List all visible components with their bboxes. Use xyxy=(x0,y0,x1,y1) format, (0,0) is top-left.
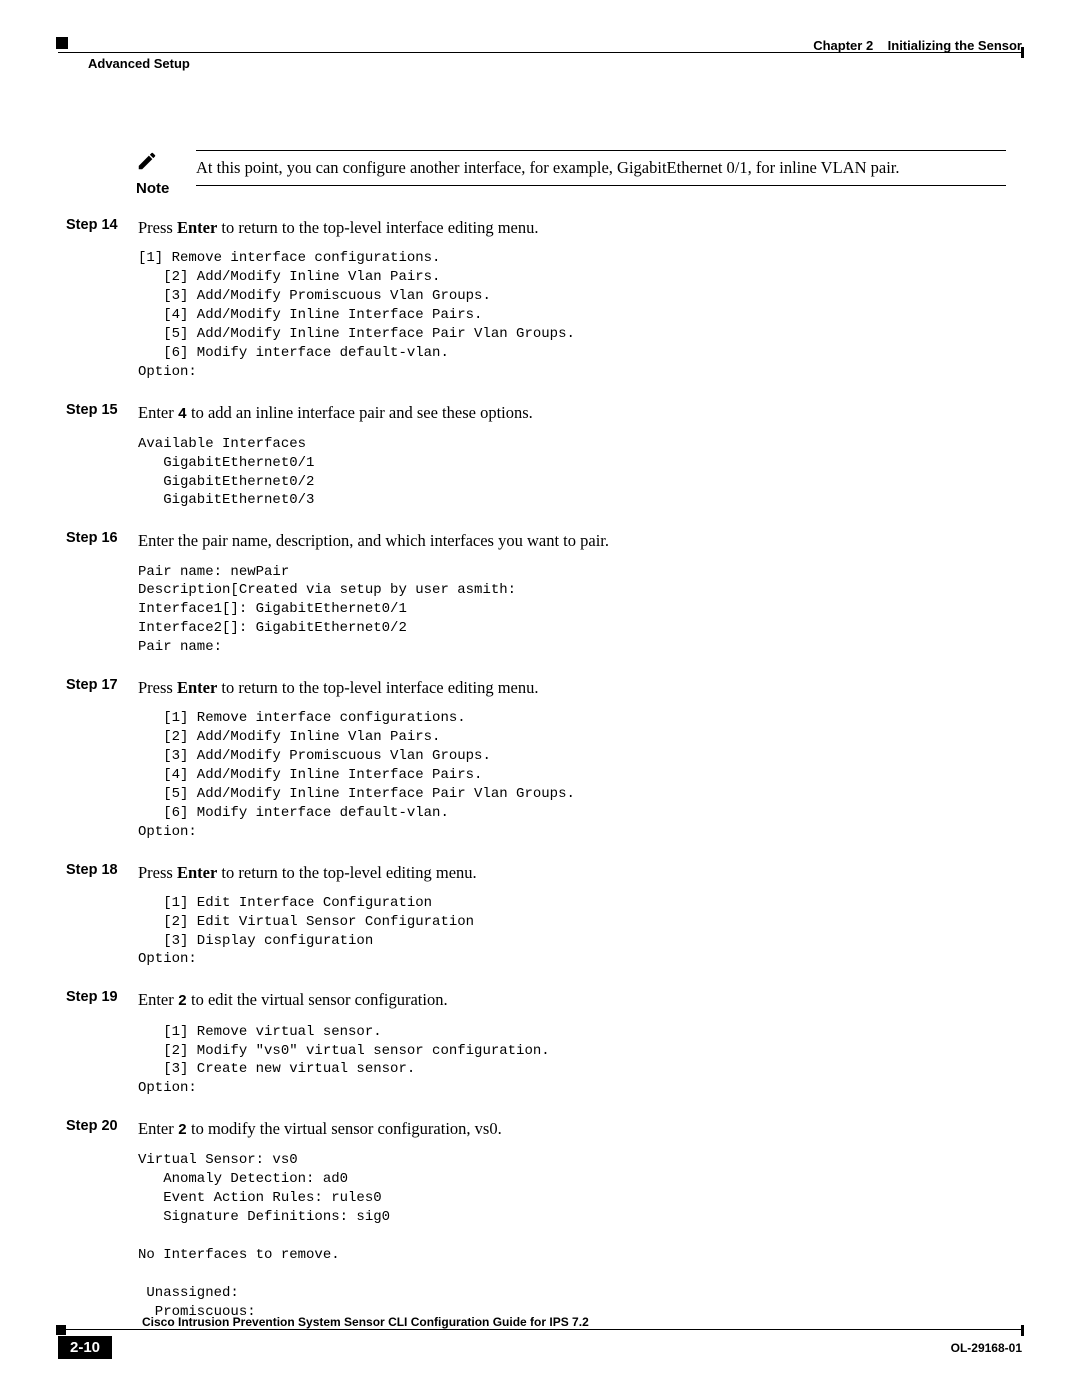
step-text-post: to edit the virtual sensor configuration… xyxy=(187,990,448,1009)
step-text-pre: Enter xyxy=(138,990,178,1009)
step-body: Press Enter to return to the top-level i… xyxy=(138,217,1006,382)
step-body: Enter 2 to edit the virtual sensor confi… xyxy=(138,989,1006,1098)
step-row: Step 19 Enter 2 to edit the virtual sens… xyxy=(136,989,1006,1098)
header-chapter: Chapter 2 Initializing the Sensor xyxy=(813,38,1022,53)
chapter-label: Chapter 2 xyxy=(813,38,873,53)
step-body: Enter 2 to modify the virtual sensor con… xyxy=(138,1118,1006,1321)
step-label: Step 15 xyxy=(66,402,122,418)
step-text-pre: Enter xyxy=(138,403,178,422)
page-header: Chapter 2 Initializing the Sensor Advanc… xyxy=(58,38,1022,72)
step-kbd: Enter xyxy=(177,863,217,882)
note-rule-top xyxy=(196,150,1006,151)
header-square-marker xyxy=(56,37,68,49)
console-output: [1] Remove interface configurations. [2]… xyxy=(138,249,1006,381)
step-row: Step 20 Enter 2 to modify the virtual se… xyxy=(136,1118,1006,1321)
footer-title: Cisco Intrusion Prevention System Sensor… xyxy=(142,1315,1022,1329)
console-output: [1] Edit Interface Configuration [2] Edi… xyxy=(138,894,1006,970)
step-kbd: Enter xyxy=(177,218,217,237)
step-row: Step 16 Enter the pair name, description… xyxy=(136,530,1006,657)
note-label-col: Note xyxy=(136,150,178,197)
step-row: Step 15 Enter 4 to add an inline interfa… xyxy=(136,402,1006,511)
page-footer: Cisco Intrusion Prevention System Sensor… xyxy=(58,1333,1022,1359)
step-tt: 4 xyxy=(178,406,187,423)
step-row: Step 18 Press Enter to return to the top… xyxy=(136,862,1006,970)
step-body: Enter the pair name, description, and wh… xyxy=(138,530,1006,657)
step-text-post: to return to the top-level editing menu. xyxy=(217,863,476,882)
step-text: Enter the pair name, description, and wh… xyxy=(138,531,609,550)
pencil-icon xyxy=(136,150,178,176)
step-kbd: Enter xyxy=(177,678,217,697)
step-label: Step 14 xyxy=(66,217,122,233)
step-text-post: to return to the top-level interface edi… xyxy=(217,218,538,237)
step-tt: 2 xyxy=(178,993,187,1010)
chapter-title: Initializing the Sensor xyxy=(888,38,1022,53)
step-label: Step 18 xyxy=(66,862,122,878)
note-body: At this point, you can configure another… xyxy=(196,150,1006,186)
note-block: Note At this point, you can configure an… xyxy=(136,150,1006,197)
step-row: Step 17 Press Enter to return to the top… xyxy=(136,677,1006,842)
step-body: Press Enter to return to the top-level e… xyxy=(138,862,1006,970)
footer-tick-right xyxy=(1021,1325,1024,1336)
console-output: Pair name: newPair Description[Created v… xyxy=(138,563,1006,657)
doc-id: OL-29168-01 xyxy=(951,1341,1022,1355)
step-text-post: to return to the top-level interface edi… xyxy=(217,678,538,697)
footer-rule xyxy=(58,1329,1022,1330)
console-output: Available Interfaces GigabitEthernet0/1 … xyxy=(138,435,1006,511)
note-label: Note xyxy=(136,180,178,197)
step-text-pre: Press xyxy=(138,863,177,882)
console-output: [1] Remove interface configurations. [2]… xyxy=(138,709,1006,841)
step-body: Press Enter to return to the top-level i… xyxy=(138,677,1006,842)
step-body: Enter 4 to add an inline interface pair … xyxy=(138,402,1006,511)
page: Chapter 2 Initializing the Sensor Advanc… xyxy=(0,0,1080,1397)
step-label: Step 17 xyxy=(66,677,122,693)
step-text-post: to modify the virtual sensor configurati… xyxy=(187,1119,502,1138)
page-number: 2-10 xyxy=(58,1336,112,1359)
footer-square-marker xyxy=(56,1325,66,1335)
step-tt: 2 xyxy=(178,1122,187,1139)
step-label: Step 20 xyxy=(66,1118,122,1134)
content: Note At this point, you can configure an… xyxy=(136,150,1006,1321)
step-row: Step 14 Press Enter to return to the top… xyxy=(136,217,1006,382)
note-text: At this point, you can configure another… xyxy=(196,158,899,177)
step-label: Step 19 xyxy=(66,989,122,1005)
console-output: Virtual Sensor: vs0 Anomaly Detection: a… xyxy=(138,1151,1006,1321)
step-text-pre: Press xyxy=(138,678,177,697)
header-section: Advanced Setup xyxy=(88,56,190,71)
step-text-pre: Press xyxy=(138,218,177,237)
console-output: [1] Remove virtual sensor. [2] Modify "v… xyxy=(138,1023,1006,1099)
footer-row: 2-10 OL-29168-01 xyxy=(58,1336,1022,1359)
note-rule-bottom xyxy=(196,185,1006,186)
step-text-pre: Enter xyxy=(138,1119,178,1138)
step-label: Step 16 xyxy=(66,530,122,546)
step-text-post: to add an inline interface pair and see … xyxy=(187,403,533,422)
